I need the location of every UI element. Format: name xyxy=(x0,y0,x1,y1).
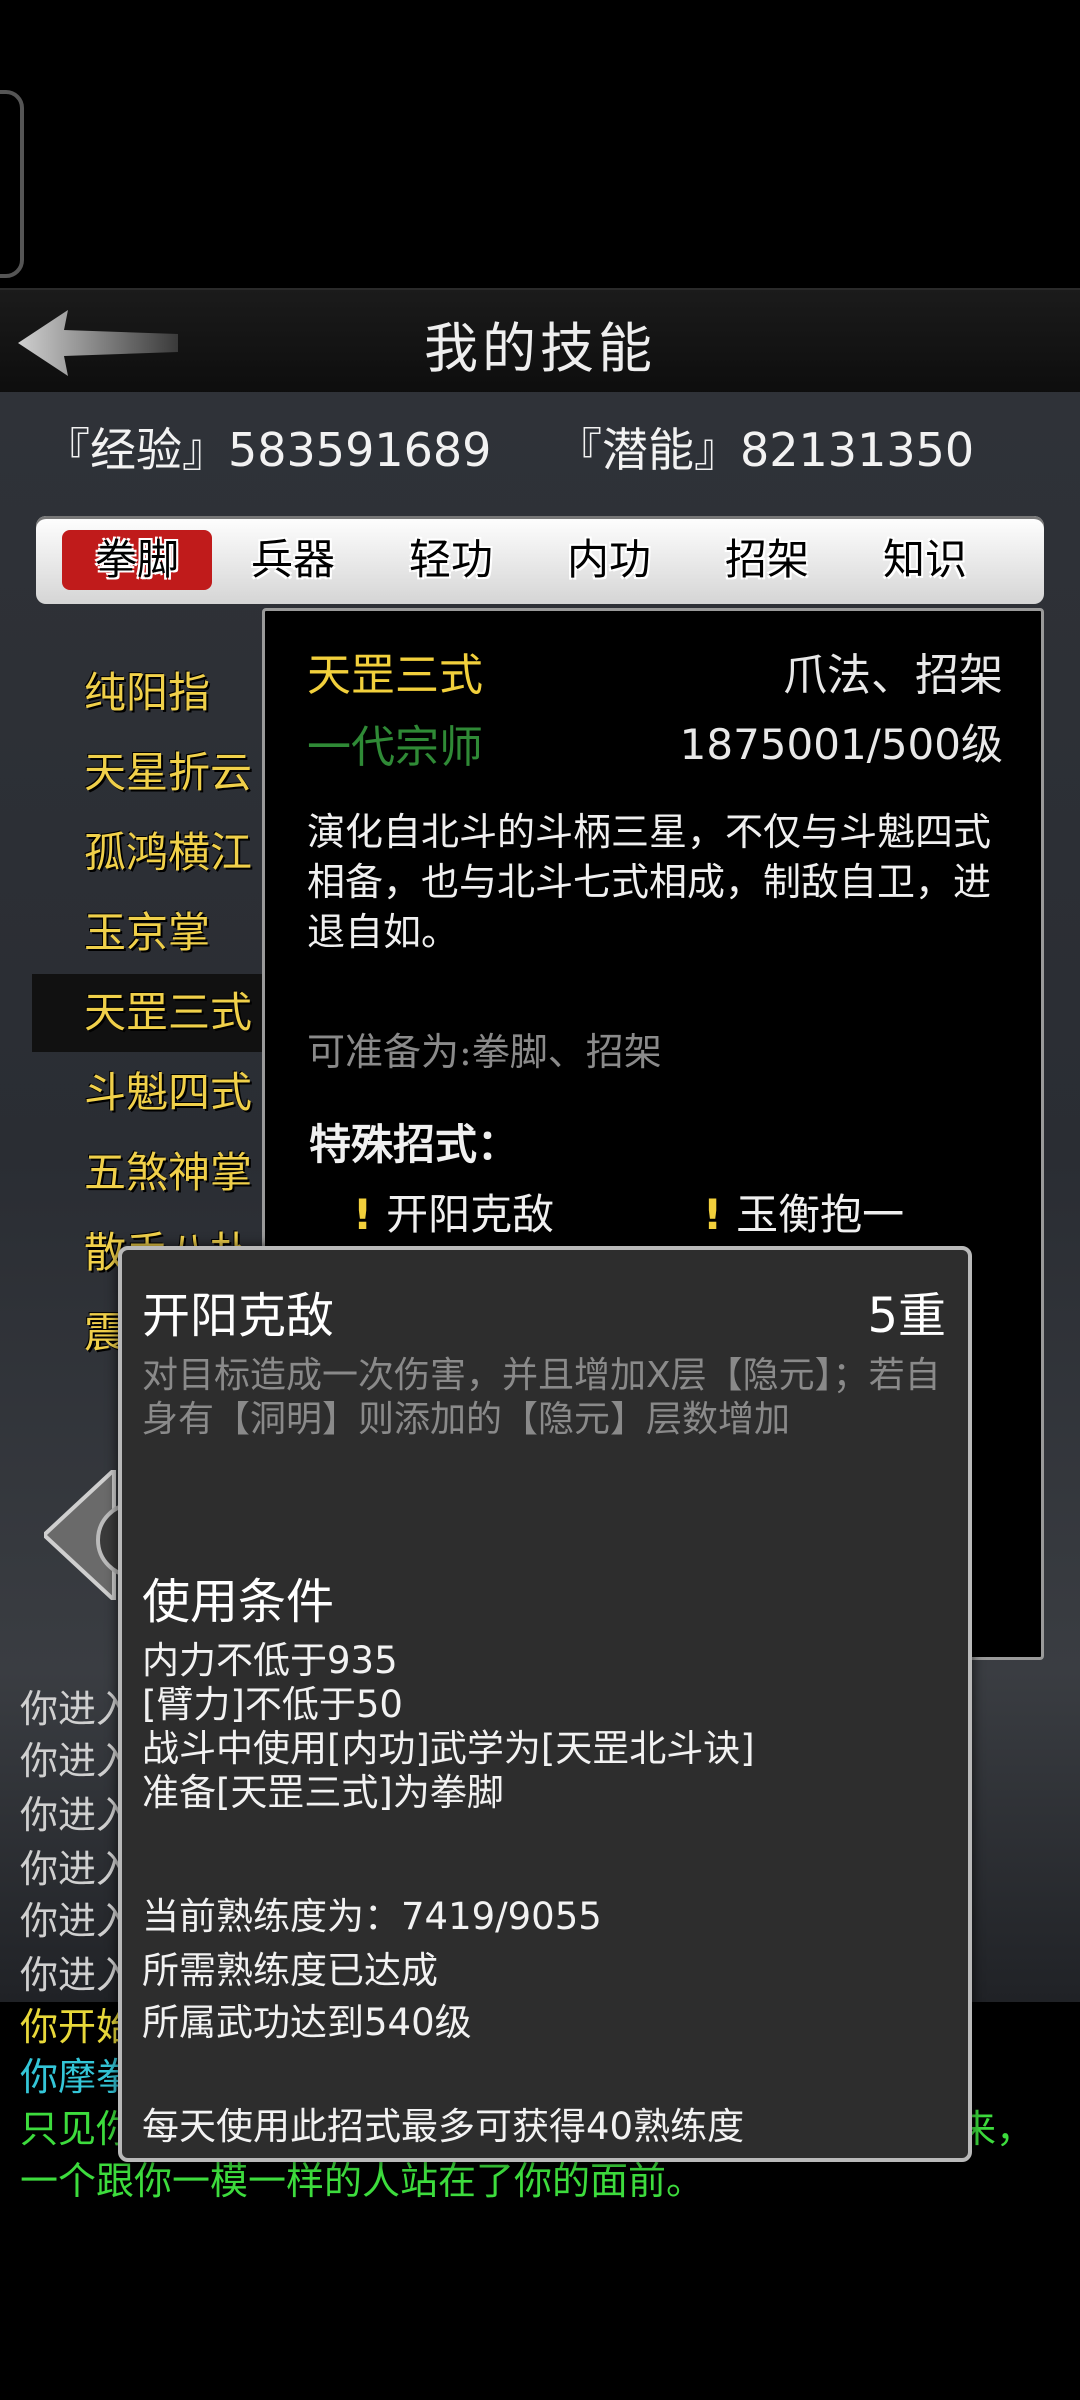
chat-line: 你进入 xyxy=(20,1847,135,1891)
proficiency-current: 当前熟练度为：7419/9055 xyxy=(142,1895,602,1938)
proficiency-status: 所需熟练度已达成 xyxy=(142,1949,438,1992)
chat-line: 你进入 xyxy=(20,1793,135,1837)
skill-level-requirement: 所属武功达到540级 xyxy=(142,2001,472,2044)
special-move-2[interactable]: ! 玉衡抱一 xyxy=(703,1181,904,1242)
move-name: 开阳克敌 xyxy=(142,1288,335,1344)
skill-item[interactable]: 玉京掌 xyxy=(32,894,282,972)
chat-line: 你摩拳 xyxy=(20,2055,135,2099)
tab-neigong[interactable]: 内功 xyxy=(534,530,684,590)
special-move-1[interactable]: ! 开阳克敌 xyxy=(353,1181,554,1242)
tab-zhaojia[interactable]: 招架 xyxy=(692,530,842,590)
skill-type: 爪法、招架 xyxy=(783,650,1003,701)
chat-line: 你进入 xyxy=(20,1739,135,1783)
daily-limit: 每天使用此招式最多可获得40熟练度 xyxy=(142,2105,745,2148)
skill-level: 1875001/500级 xyxy=(679,720,1003,769)
skill-name: 天罡三式 xyxy=(307,650,483,701)
tab-qinggong[interactable]: 轻功 xyxy=(376,530,526,590)
chat-line: 你进入 xyxy=(20,1953,135,1997)
stats-bar: 『经验』583591689 『潜能』82131350 xyxy=(0,410,1080,480)
conditions-title: 使用条件 xyxy=(142,1574,335,1630)
skill-item[interactable]: 天星折云 xyxy=(32,734,282,812)
tab-zhishi[interactable]: 知识 xyxy=(850,530,1000,590)
skill-category-tabs: 拳脚 兵器 轻功 内功 招架 知识 xyxy=(36,516,1044,604)
skill-item[interactable]: 五煞神掌 xyxy=(32,1134,282,1212)
chat-line: 你进入 xyxy=(20,1899,135,1943)
skill-item[interactable]: 孤鸿横江 xyxy=(32,814,282,892)
chat-line: 只见你 xyxy=(20,2107,135,2151)
skill-description: 演化自北斗的斗柄三星，不仅与斗魁四式相备，也与北斗七式相成，制敌自卫，进退自如。 xyxy=(307,810,992,954)
skill-item[interactable]: 斗魁四式 xyxy=(32,1054,282,1132)
special-moves-title: 特殊招式： xyxy=(309,1120,520,1169)
chat-line: 你开始 xyxy=(20,2005,135,2049)
move-level: 5重 xyxy=(867,1288,946,1344)
chat-line: 你进入 xyxy=(20,1687,135,1731)
move-tooltip[interactable]: 开阳克敌 5重 对目标造成一次伤害，并且增加X层【隐元】；若自身有【洞明】则添加… xyxy=(118,1246,972,2162)
top-decoration xyxy=(0,90,24,278)
move-description: 对目标造成一次伤害，并且增加X层【隐元】；若自身有【洞明】则添加的【隐元】层数增… xyxy=(142,1355,941,1440)
experience-value: 『经验』583591689 xyxy=(44,423,492,477)
header-bar: 我的技能 xyxy=(0,288,1080,396)
tab-bingqi[interactable]: 兵器 xyxy=(218,530,368,590)
condition-line: 准备[天罡三式]为拳脚 xyxy=(142,1771,504,1814)
tab-quanjiao[interactable]: 拳脚 xyxy=(62,530,212,590)
skill-item[interactable]: 纯阳指 xyxy=(32,654,282,732)
skill-item-selected[interactable]: 天罡三式 xyxy=(32,974,282,1052)
exclamation-icon: ! xyxy=(353,1190,373,1239)
page-title: 我的技能 xyxy=(424,317,656,380)
potential-value: 『潜能』82131350 xyxy=(556,423,975,477)
exclamation-icon: ! xyxy=(703,1190,723,1239)
skill-prepare-slots: 可准备为:拳脚、招架 xyxy=(307,1030,662,1074)
skill-rank: 一代宗师 xyxy=(307,722,483,773)
